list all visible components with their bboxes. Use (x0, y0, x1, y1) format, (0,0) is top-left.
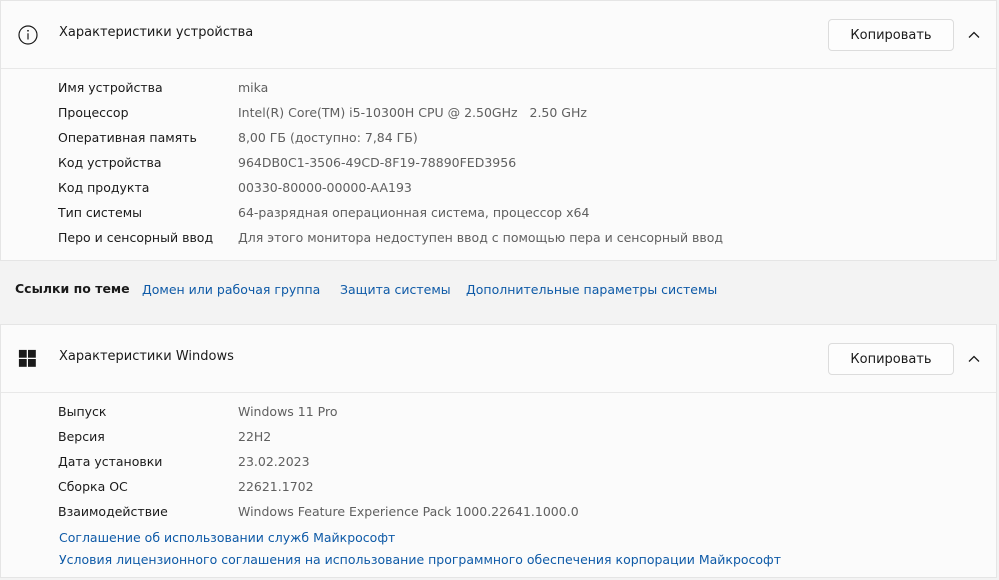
related-links-bar: Ссылки по теме Домен или рабочая группа … (0, 261, 997, 319)
link-advanced-system-settings[interactable]: Дополнительные параметры системы (466, 282, 717, 297)
info-circle-icon (18, 25, 38, 45)
spec-label: Оперативная память (58, 130, 197, 145)
spec-value: mika (238, 80, 269, 95)
spec-value: Intel(R) Core(TM) i5-10300H CPU @ 2.50GH… (238, 105, 587, 120)
windows-logo-icon (18, 349, 36, 367)
link-domain-workgroup[interactable]: Домен или рабочая группа (142, 282, 320, 297)
spec-value: Для этого монитора недоступен ввод с пом… (238, 230, 724, 245)
windows-specs-section: Характеристики Windows Копировать Выпуск… (0, 324, 997, 578)
spec-label: Выпуск (58, 404, 107, 419)
spec-value: Windows 11 Pro (238, 404, 338, 419)
spec-label: Имя устройства (58, 80, 163, 95)
windows-specs-title: Характеристики Windows (59, 349, 234, 364)
link-microsoft-software-license-terms[interactable]: Условия лицензионного соглашения на испо… (59, 552, 781, 567)
spec-label: Код устройства (58, 155, 162, 170)
spec-value: 964DB0C1-3506-49CD-8F19-78890FED3956 (238, 155, 517, 170)
copy-device-specs-button[interactable]: Копировать (828, 19, 954, 51)
spec-value: 22621.1702 (238, 479, 314, 494)
spec-value: Windows Feature Experience Pack 1000.226… (238, 504, 579, 519)
spec-value: 23.02.2023 (238, 454, 310, 469)
windows-specs-header[interactable]: Характеристики Windows Копировать (1, 325, 996, 393)
spec-label: Перо и сенсорный ввод (58, 230, 214, 245)
related-links-title: Ссылки по теме (15, 281, 130, 296)
spec-value: 64-разрядная операционная система, проце… (238, 205, 590, 220)
spec-label: Версия (58, 429, 105, 444)
link-system-protection[interactable]: Защита системы (340, 282, 451, 297)
chevron-up-icon[interactable] (967, 352, 981, 366)
device-specs-section: Характеристики устройства Копировать Имя… (0, 0, 997, 261)
spec-value: 22H2 (238, 429, 272, 444)
spec-label: Сборка ОС (58, 479, 128, 494)
device-specs-title: Характеристики устройства (59, 25, 254, 40)
spec-value: 00330-80000-00000-AA193 (238, 180, 412, 195)
spec-label: Дата установки (58, 454, 163, 469)
spec-label: Код продукта (58, 180, 150, 195)
link-microsoft-services-agreement[interactable]: Соглашение об использовании служб Майкро… (59, 530, 395, 545)
chevron-up-icon[interactable] (967, 28, 981, 42)
copy-windows-specs-button[interactable]: Копировать (828, 343, 954, 375)
spec-label: Взаимодействие (58, 504, 168, 519)
spec-value: 8,00 ГБ (доступно: 7,84 ГБ) (238, 130, 418, 145)
spec-label: Процессор (58, 105, 129, 120)
device-specs-header[interactable]: Характеристики устройства Копировать (1, 1, 996, 69)
spec-label: Тип системы (58, 205, 143, 220)
